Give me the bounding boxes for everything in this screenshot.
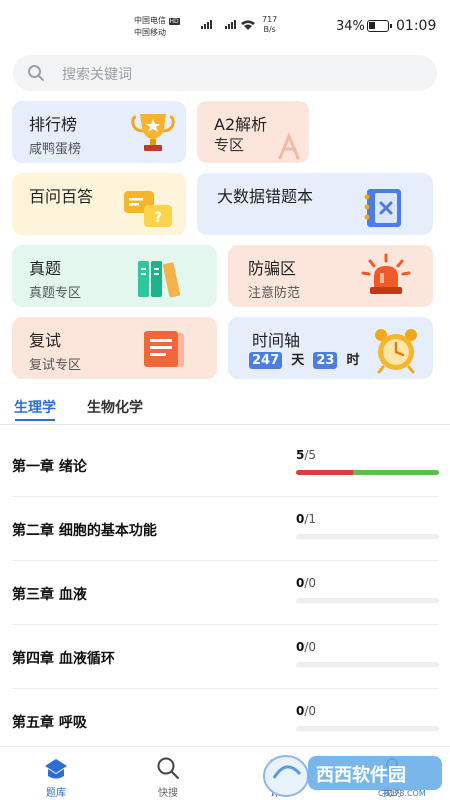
a2-title: A2解析 xyxy=(214,115,268,134)
countdown-hours-unit: 时 xyxy=(346,353,360,368)
chapter-row[interactable]: 第五章 呼吸 0/0 xyxy=(0,688,450,752)
trophy-icon xyxy=(131,114,175,151)
nav-label: 快搜 xyxy=(158,788,178,799)
real-exam-subtitle: 真题专区 xyxy=(29,286,82,301)
chapter-total: 5 xyxy=(308,448,317,462)
carrier-info: 中国电信 HD 中国移动 xyxy=(134,15,180,38)
app-screen: { "status_bar": { "carrier1": "中国电信", "c… xyxy=(0,0,450,800)
tab-biochemistry[interactable]: 生物化学 xyxy=(87,397,143,417)
books-icon xyxy=(138,261,181,298)
anti-fraud-title: 防骗区 xyxy=(248,259,297,278)
signal-bars-icon xyxy=(201,20,255,30)
search-bar[interactable]: 搜索关键词 xyxy=(13,55,437,91)
nav-question-bank[interactable]: 题库 xyxy=(21,747,91,800)
chapter-title: 第三章 血液 xyxy=(12,587,87,603)
retest-subtitle: 复试专区 xyxy=(29,358,82,373)
letter-a-icon xyxy=(278,132,300,160)
nav-label: 题库 xyxy=(46,788,66,799)
alarm-siren-icon xyxy=(361,253,411,294)
real-exam-title: 真题 xyxy=(29,259,62,278)
chapter-row[interactable]: 第三章 血液 0/0 xyxy=(0,560,450,624)
carrier-secondary: 中国移动 xyxy=(134,28,166,37)
retest-card[interactable]: 复试 复试专区 xyxy=(12,317,217,379)
document-icon xyxy=(144,331,184,367)
clock: 01:09 xyxy=(396,18,437,34)
svg-text:?: ? xyxy=(154,210,162,226)
speed-value: 717 xyxy=(262,15,278,24)
chapter-title: 第四章 血液循环 xyxy=(12,651,115,667)
battery-icon xyxy=(367,20,392,32)
search-icon xyxy=(28,65,44,81)
chapter-progress-count: 0/1 xyxy=(296,512,317,526)
chapter-total: 0 xyxy=(308,640,317,654)
nav-quick-search[interactable]: 快搜 xyxy=(133,747,203,800)
countdown-days-unit: 天 xyxy=(291,353,305,368)
ranking-card[interactable]: 排行榜 咸鸭蛋榜 xyxy=(12,101,186,163)
network-speed: 717 B/s xyxy=(262,15,277,35)
chapter-row[interactable]: 第二章 细胞的基本功能 0/1 xyxy=(0,496,450,560)
active-tab-indicator xyxy=(15,419,55,421)
chapter-row[interactable]: 第四章 血液循环 0/0 xyxy=(0,624,450,688)
chapter-progress-count: 0/0 xyxy=(296,576,317,590)
chapter-total: 0 xyxy=(308,704,317,718)
chapter-progress-count: 0/0 xyxy=(296,704,317,718)
chapter-done: 5 xyxy=(296,448,305,462)
a2-analysis-card[interactable]: A2解析 专区 xyxy=(197,101,309,163)
chapter-total: 1 xyxy=(308,512,317,526)
status-bar: 中国电信 HD 中国移动 717 B/s 34% 01:09 xyxy=(0,0,450,50)
notebook-icon xyxy=(364,189,401,227)
chapter-title: 第一章 绪论 xyxy=(12,459,87,475)
chapter-progress-bar xyxy=(296,662,439,667)
chapter-progress-bar xyxy=(296,598,439,603)
carrier-primary: 中国电信 xyxy=(134,16,166,25)
qa-title: 百问百答 xyxy=(29,187,94,206)
signal-icons xyxy=(187,18,257,33)
retest-title: 复试 xyxy=(29,331,62,350)
home-icon xyxy=(45,759,67,779)
chapter-done: 0 xyxy=(296,576,305,590)
tab-physiology[interactable]: 生理学 xyxy=(14,397,56,417)
watermark-brand: 西西软件园 xyxy=(316,764,406,786)
countdown: 247 天 23 时 xyxy=(249,349,360,369)
chapter-progress-bar xyxy=(296,534,439,539)
real-exam-card[interactable]: 真题 真题专区 xyxy=(12,245,217,307)
timeline-card[interactable]: 时间轴 247 天 23 时 xyxy=(228,317,433,379)
chapter-done: 0 xyxy=(296,512,305,526)
correct-segment xyxy=(353,470,439,475)
chapter-title: 第二章 细胞的基本功能 xyxy=(12,523,157,539)
chapter-done: 0 xyxy=(296,704,305,718)
search-placeholder: 搜索关键词 xyxy=(62,67,132,83)
speed-unit: B/s xyxy=(263,25,276,34)
chapter-row[interactable]: 第一章 绪论 5/5 xyxy=(0,432,450,496)
chapter-title: 第五章 呼吸 xyxy=(12,715,87,731)
alarm-clock-icon xyxy=(375,329,417,374)
anti-fraud-subtitle: 注意防范 xyxy=(248,286,301,301)
tabs-divider xyxy=(0,424,450,425)
chat-bubbles-icon: ? xyxy=(124,191,172,227)
countdown-days: 247 xyxy=(249,352,283,369)
battery-percent: 34% xyxy=(336,19,365,34)
watermark-logo: 西西软件园 CR173.COM xyxy=(263,755,442,798)
ranking-title: 排行榜 xyxy=(29,115,78,134)
countdown-hours: 23 xyxy=(313,352,338,369)
ranking-subtitle: 咸鸭蛋榜 xyxy=(29,142,82,157)
timeline-title: 时间轴 xyxy=(252,331,301,350)
wrong-questions-card[interactable]: 大数据错题本 xyxy=(197,173,433,235)
wrongbook-title: 大数据错题本 xyxy=(217,187,314,206)
chapter-total: 0 xyxy=(308,576,317,590)
battery-level xyxy=(369,22,375,29)
qa-card[interactable]: 百问百答 ? xyxy=(12,173,186,235)
anti-fraud-card[interactable]: 防骗区 注意防范 xyxy=(228,245,433,307)
chapter-progress-bar xyxy=(296,726,439,731)
chapter-progress-count: 0/0 xyxy=(296,640,317,654)
a2-subtitle: 专区 xyxy=(214,136,245,154)
wrong-segment xyxy=(296,470,354,475)
chapter-done: 0 xyxy=(296,640,305,654)
watermark-domain: CR173.COM xyxy=(378,789,426,798)
hd-badge: HD xyxy=(168,18,180,25)
search-icon xyxy=(157,757,179,779)
chapter-progress-bar xyxy=(296,470,439,475)
chapter-progress-count: 5/5 xyxy=(296,448,317,462)
